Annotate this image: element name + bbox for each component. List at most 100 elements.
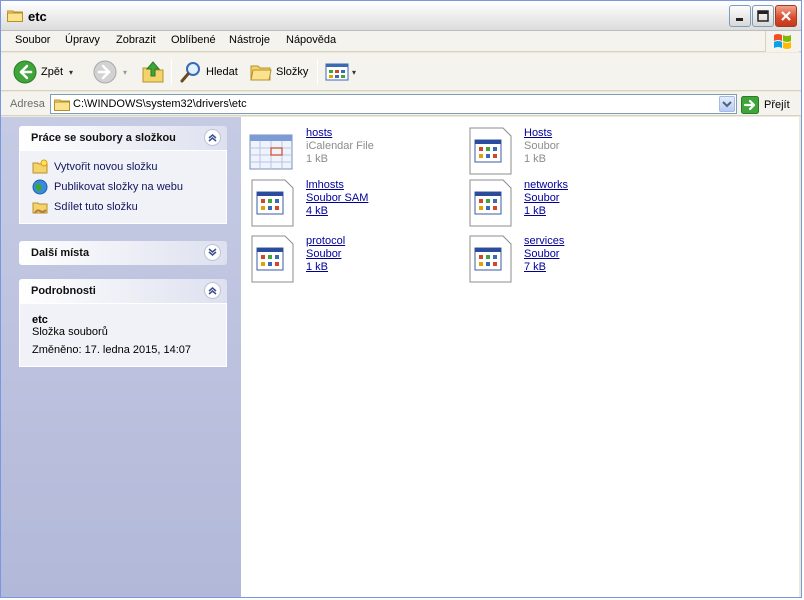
- toolbar: Zpět ▾ ▾ Hledat Složky ▾: [1, 53, 801, 91]
- task-pane: Práce se soubory a složkou Vytvořit novo…: [1, 117, 241, 597]
- collapse-icon[interactable]: [204, 282, 221, 299]
- back-button[interactable]: Zpět ▾: [13, 57, 73, 87]
- back-label: Zpět: [41, 66, 64, 78]
- other-places-panel: Další místa: [19, 241, 227, 265]
- file-type: Soubor SAM: [306, 192, 369, 204]
- expand-icon[interactable]: [204, 244, 221, 261]
- file-name: Hosts: [524, 127, 553, 139]
- task-share-folder[interactable]: Sdílet tuto složku: [32, 197, 214, 217]
- address-bar: Adresa C:\WINDOWS\system32\drivers\etc P…: [1, 92, 801, 116]
- menu-tools[interactable]: Nástroje: [229, 34, 270, 46]
- new-folder-icon: [32, 159, 48, 174]
- address-dropdown-button[interactable]: [719, 96, 735, 112]
- generic-file-icon: [469, 127, 512, 175]
- file-name: networks: [524, 179, 569, 191]
- views-dropdown-icon: ▾: [352, 67, 357, 77]
- generic-file-icon: [469, 235, 512, 283]
- file-type: Soubor: [306, 248, 342, 260]
- file-type: iCalendar File: [306, 140, 374, 152]
- file-item[interactable]: hosts iCalendar File 1 kB: [249, 127, 449, 179]
- chevron-down-icon: [722, 101, 732, 108]
- close-button[interactable]: [775, 5, 797, 27]
- details-header[interactable]: Podrobnosti: [19, 279, 227, 303]
- file-name: hosts: [306, 127, 333, 139]
- task-new-folder[interactable]: Vytvořit novou složku: [32, 157, 214, 177]
- search-label: Hledat: [206, 66, 238, 78]
- collapse-icon[interactable]: [204, 129, 221, 146]
- file-tasks-panel: Práce se soubory a složkou Vytvořit novo…: [19, 126, 227, 224]
- menu-view[interactable]: Zobrazit: [116, 34, 156, 46]
- file-type: Soubor: [524, 192, 560, 204]
- file-tasks-body: Vytvořit novou složku Publikovat složky …: [19, 150, 227, 224]
- details-modified: Změněno: 17. ledna 2015, 14:07: [32, 344, 192, 356]
- up-folder-button[interactable]: [141, 57, 165, 87]
- minimize-button[interactable]: [729, 5, 751, 27]
- file-size: 4 kB: [306, 205, 329, 217]
- views-icon: [325, 63, 349, 81]
- menu-edit[interactable]: Úpravy: [65, 34, 100, 46]
- search-button[interactable]: Hledat: [179, 57, 238, 87]
- file-item[interactable]: Hosts Soubor 1 kB: [467, 127, 667, 179]
- file-item[interactable]: lmhosts Soubor SAM 4 kB: [249, 179, 449, 231]
- file-item[interactable]: services Soubor 7 kB: [467, 235, 667, 287]
- menu-bar: Soubor Úpravy Zobrazit Oblíbené Nástroje…: [1, 31, 801, 52]
- folders-button[interactable]: Složky: [249, 57, 308, 87]
- maximize-button[interactable]: [752, 5, 774, 27]
- go-button[interactable]: Přejít: [741, 95, 790, 114]
- go-arrow-icon: [741, 95, 759, 114]
- maximize-icon: [757, 10, 769, 22]
- folder-icon: [7, 10, 23, 22]
- address-value: C:\WINDOWS\system32\drivers\etc: [73, 98, 247, 110]
- task-publish-web-label: Publikovat složky na webu: [54, 181, 184, 193]
- generic-file-icon: [251, 235, 294, 283]
- file-type: Soubor: [524, 140, 560, 152]
- task-share-folder-label: Sdílet tuto složku: [54, 201, 138, 213]
- folders-icon: [250, 65, 272, 81]
- folders-label: Složky: [276, 66, 309, 78]
- file-size: 1 kB: [306, 261, 329, 273]
- forward-dropdown-icon[interactable]: ▾: [123, 68, 127, 77]
- title-bar[interactable]: etc: [1, 1, 801, 31]
- details-type: Složka souborů: [32, 326, 108, 338]
- details-panel: Podrobnosti etc Složka souborů Změněno: …: [19, 279, 227, 367]
- views-button[interactable]: ▾: [325, 57, 356, 87]
- file-name: services: [524, 235, 565, 247]
- menu-file[interactable]: Soubor: [15, 34, 50, 46]
- file-size: 1 kB: [524, 153, 547, 165]
- generic-file-icon: [251, 179, 294, 227]
- windows-logo-icon: [765, 31, 799, 52]
- menu-favorites[interactable]: Oblíbené: [171, 34, 216, 46]
- folder-icon: [54, 99, 70, 111]
- generic-file-icon: [469, 179, 512, 227]
- file-tasks-title: Práce se soubory a složkou: [31, 132, 176, 144]
- window-title: etc: [28, 9, 47, 24]
- details-name: etc: [32, 314, 48, 326]
- task-publish-web[interactable]: Publikovat složky na webu: [32, 177, 214, 197]
- calendar-file-icon: [249, 134, 293, 170]
- file-size: 1 kB: [306, 153, 329, 165]
- back-dropdown-icon[interactable]: ▾: [69, 68, 73, 77]
- toolbar-separator: [171, 59, 172, 85]
- back-arrow-icon: [13, 60, 37, 84]
- explorer-window: etc Soubor Úpravy Zobrazit Oblíbené Nást…: [0, 0, 802, 598]
- minimize-icon: [736, 18, 743, 21]
- close-icon: [781, 11, 791, 21]
- share-folder-icon: [32, 202, 48, 214]
- file-item[interactable]: protocol Soubor 1 kB: [249, 235, 449, 287]
- other-places-header[interactable]: Další místa: [19, 241, 227, 265]
- file-name: lmhosts: [306, 179, 344, 191]
- details-body: etc Složka souborů Změněno: 17. ledna 20…: [19, 303, 227, 367]
- task-new-folder-label: Vytvořit novou složku: [54, 161, 158, 173]
- forward-button[interactable]: ▾: [93, 57, 127, 87]
- file-tasks-header[interactable]: Práce se soubory a složkou: [19, 126, 227, 150]
- file-item[interactable]: networks Soubor 1 kB: [467, 179, 667, 231]
- address-input[interactable]: C:\WINDOWS\system32\drivers\etc: [50, 94, 737, 114]
- menu-help[interactable]: Nápověda: [286, 34, 336, 46]
- up-folder-icon: [142, 61, 164, 83]
- toolbar-separator-2: [317, 59, 318, 85]
- go-label: Přejít: [764, 98, 790, 111]
- forward-arrow-icon: [93, 60, 117, 84]
- file-size: 7 kB: [524, 261, 547, 273]
- address-label: Adresa: [10, 98, 45, 110]
- file-name: protocol: [306, 235, 346, 247]
